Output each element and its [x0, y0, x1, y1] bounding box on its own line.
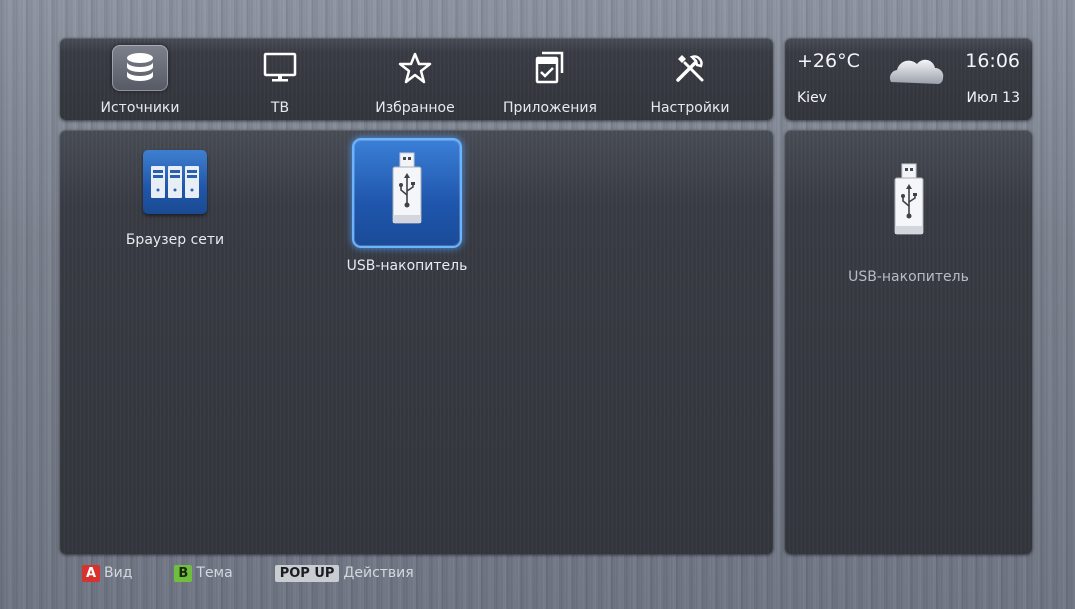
nav-item-favorites[interactable]: Избранное [360, 38, 470, 120]
usb-drive-icon [352, 138, 462, 248]
hint-actions[interactable]: POP UP Действия [274, 564, 414, 582]
key-hints-bar: A Вид B Тема POP UP Действия [82, 563, 414, 583]
database-icon [112, 45, 168, 91]
source-tile-label: USB-накопитель [346, 258, 468, 274]
nav-item-label: Приложения [503, 100, 597, 116]
hint-label: Вид [104, 565, 133, 581]
network-servers-icon [143, 150, 207, 214]
tools-icon [668, 48, 712, 88]
apps-icon [528, 48, 572, 88]
usb-drive-icon [887, 162, 931, 246]
star-icon [393, 48, 437, 88]
nav-item-sources[interactable]: Источники [95, 38, 185, 120]
cloud-icon [885, 54, 947, 94]
monitor-icon [258, 48, 302, 88]
preview-label: USB-накопитель [848, 269, 969, 285]
nav-item-tv[interactable]: ТВ [235, 38, 325, 120]
green-key-badge: B [174, 564, 193, 582]
nav-item-settings[interactable]: Настройки [640, 38, 740, 120]
top-navigation-bar: Источники ТВ Избранное Приложения Настро… [60, 38, 773, 120]
date: Июл 13 [966, 90, 1020, 106]
source-tile-label: Браузер сети [125, 232, 225, 248]
hint-label: Действия [343, 565, 414, 581]
nav-item-label: ТВ [270, 100, 290, 116]
popup-key-badge: POP UP [274, 564, 340, 582]
nav-item-label: Источники [100, 100, 180, 116]
weather-clock-panel: +26°C 16:06 Kiev Июл 13 [785, 38, 1032, 120]
source-tile-usb-drive[interactable]: USB-накопитель [332, 138, 482, 274]
clock-time: 16:06 [965, 50, 1020, 72]
hint-theme[interactable]: B Тема [174, 564, 233, 582]
sources-grid: Браузер сети USB-накопитель [60, 130, 773, 554]
nav-item-apps[interactable]: Приложения [490, 38, 610, 120]
nav-item-label: Избранное [375, 100, 455, 116]
red-key-badge: A [82, 564, 100, 582]
preview-panel: USB-накопитель [785, 130, 1032, 554]
city-name: Kiev [797, 90, 827, 106]
nav-item-label: Настройки [650, 100, 730, 116]
temperature: +26°C [797, 50, 860, 72]
hint-label: Тема [196, 565, 233, 581]
hint-view[interactable]: A Вид [82, 564, 133, 582]
source-tile-network-browser[interactable]: Браузер сети [120, 150, 230, 248]
